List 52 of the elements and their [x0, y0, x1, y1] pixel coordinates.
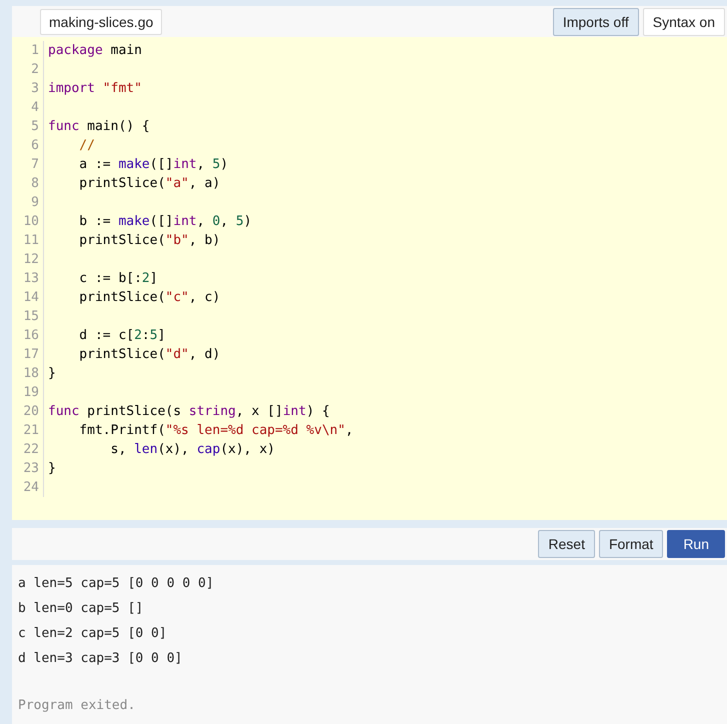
line-number: 22 [23, 442, 39, 457]
line-number: 18 [23, 366, 39, 381]
line-number: 19 [23, 385, 39, 400]
line-number: 17 [23, 347, 39, 362]
file-tab[interactable]: making-slices.go [40, 8, 162, 34]
code-line: c := b[:2] [78, 270, 158, 288]
code-line: d := c[2:5] [78, 327, 166, 345]
line-number: 5 [31, 119, 39, 134]
action-button[interactable]: Reset [538, 530, 595, 558]
line-number: 23 [23, 461, 39, 476]
line-number: 11 [23, 233, 39, 248]
line-number: 14 [23, 290, 39, 305]
line-number: 7 [31, 157, 39, 172]
code-line: printSlice("b", b) [78, 232, 220, 250]
code-line: printSlice("d", d) [78, 346, 220, 364]
toggle-button[interactable]: Imports off [552, 8, 639, 36]
line-number: 24 [23, 480, 39, 495]
code-line: func printSlice(s string, x []int) { [47, 403, 330, 421]
line-number: 9 [31, 195, 39, 210]
line-number: 1 [31, 43, 39, 58]
code-line: } [47, 460, 56, 478]
code-line: func main() { [47, 118, 150, 136]
action-button[interactable]: Format [598, 530, 664, 558]
output-line: a len=5 cap=5 [0 0 0 0 0] [18, 575, 215, 593]
code-line: printSlice("c", c) [78, 289, 220, 307]
line-number: 21 [23, 423, 39, 438]
line-number: 15 [23, 309, 39, 324]
line-number: 20 [23, 404, 39, 419]
line-number: 10 [23, 214, 39, 229]
code-line: import "fmt" [47, 80, 142, 98]
line-number: 3 [31, 81, 39, 96]
line-number: 12 [23, 252, 39, 267]
toggle-button[interactable]: Syntax on [642, 8, 725, 36]
output-line: d len=3 cap=3 [0 0 0] [18, 650, 184, 668]
line-number: 2 [31, 62, 39, 77]
output-line: c len=2 cap=5 [0 0] [18, 625, 168, 643]
code-line: fmt.Printf("%s len=%d cap=%d %v\n", [78, 422, 354, 440]
line-number: 16 [23, 328, 39, 343]
output-line: b len=0 cap=5 [] [18, 600, 144, 618]
code-line: printSlice("a", a) [78, 175, 220, 193]
code-line: a := make([]int, 5) [78, 156, 228, 174]
code-line: b := make([]int, 0, 5) [78, 213, 252, 231]
line-number: 4 [31, 100, 39, 115]
line-number: 6 [31, 138, 39, 153]
line-number: 8 [31, 176, 39, 191]
line-number: 13 [23, 271, 39, 286]
code-line: package main [47, 42, 142, 60]
code-line: } [47, 365, 56, 383]
code-line: // [78, 137, 95, 155]
run-button[interactable]: Run [667, 530, 725, 558]
code-line: s, len(x), cap(x), x) [110, 441, 275, 459]
exit-status: Program exited. [18, 697, 136, 715]
